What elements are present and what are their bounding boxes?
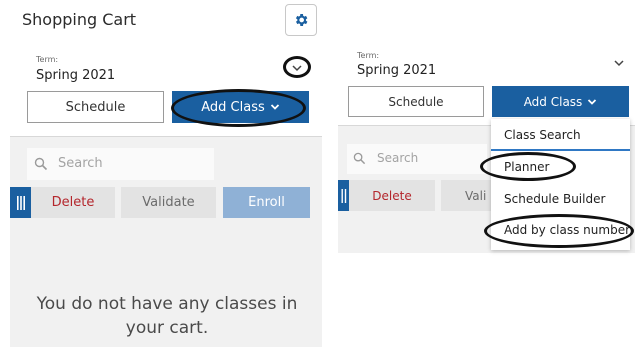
schedule-button[interactable]: Schedule — [348, 86, 484, 117]
search-placeholder: Search — [377, 151, 419, 165]
empty-cart-message: You do not have any classes in your cart… — [36, 294, 298, 338]
enroll-button-label: Enroll — [248, 195, 285, 210]
schedule-button[interactable]: Schedule — [27, 91, 164, 123]
delete-button-label: Delete — [372, 188, 412, 203]
menu-item-planner[interactable]: Planner — [504, 160, 549, 174]
validate-button-label: Vali — [465, 188, 487, 203]
menu-focus-underline — [491, 149, 630, 151]
menu-item-add-by-class-number[interactable]: Add by class number — [504, 223, 630, 237]
term-label: Term: — [357, 51, 380, 60]
delete-button[interactable]: Delete — [31, 187, 115, 218]
chevron-down-icon[interactable] — [291, 62, 303, 74]
search-icon — [34, 157, 48, 171]
drag-handle-icon — [16, 195, 25, 210]
schedule-button-label: Schedule — [388, 94, 444, 109]
validate-button[interactable]: Validate — [121, 187, 216, 218]
divider — [10, 136, 322, 137]
term-value: Spring 2021 — [357, 63, 437, 78]
search-placeholder: Search — [58, 156, 103, 171]
validate-button[interactable]: Vali — [441, 180, 491, 211]
drag-handle[interactable] — [338, 180, 349, 211]
search-icon — [353, 152, 366, 165]
settings-button[interactable] — [285, 4, 317, 36]
enroll-button[interactable]: Enroll — [223, 187, 310, 218]
add-class-button-label: Add Class — [523, 94, 583, 109]
search-input[interactable] — [27, 148, 214, 180]
menu-item-class-search[interactable]: Class Search — [504, 128, 581, 142]
add-class-button-label: Add Class — [201, 99, 265, 115]
drag-handle-icon — [341, 188, 346, 203]
add-class-button[interactable]: Add Class — [492, 86, 629, 117]
gear-icon — [295, 14, 308, 26]
drag-handle[interactable] — [10, 187, 31, 218]
chevron-down-icon — [270, 104, 279, 110]
schedule-button-label: Schedule — [65, 99, 126, 115]
term-value: Spring 2021 — [36, 68, 116, 83]
term-label: Term: — [36, 55, 59, 64]
delete-button[interactable]: Delete — [349, 180, 435, 211]
add-class-button[interactable]: Add Class — [172, 91, 309, 123]
chevron-down-icon — [588, 98, 597, 105]
menu-item-schedule-builder[interactable]: Schedule Builder — [504, 192, 605, 206]
delete-button-label: Delete — [51, 195, 95, 210]
panel-header: Shopping Cart — [0, 0, 322, 42]
chevron-down-icon[interactable] — [613, 57, 625, 69]
page-title: Shopping Cart — [22, 10, 137, 29]
validate-button-label: Validate — [142, 195, 195, 210]
